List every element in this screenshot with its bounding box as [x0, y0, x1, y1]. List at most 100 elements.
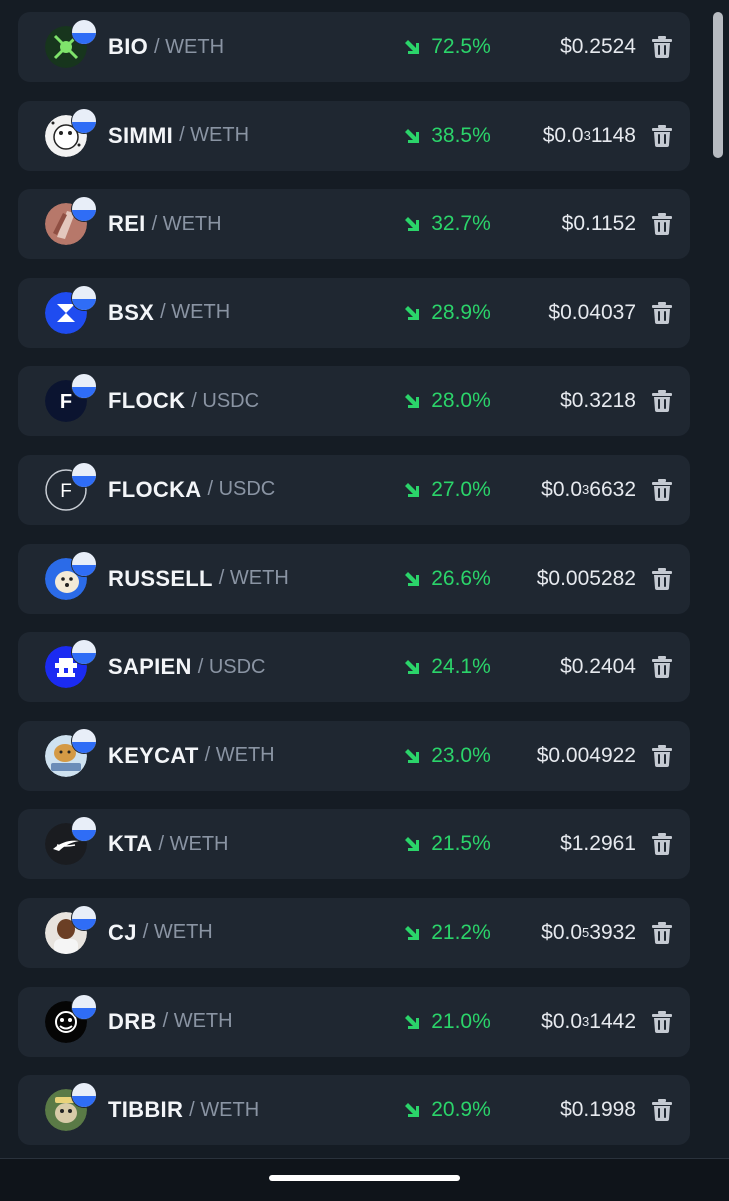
price-change: 21.0% [378, 987, 518, 1057]
quote-symbol: / USDC [191, 389, 260, 412]
trend-up-icon [405, 305, 420, 320]
chain-badge-icon [72, 285, 96, 310]
token-symbol: SIMMI [108, 122, 174, 148]
watchlist-row-tibbir[interactable]: TIBBIR / WETH 20.9% $0.1998 [18, 1075, 690, 1146]
price-change-value: 28.0% [431, 389, 491, 413]
trash-icon[interactable] [652, 656, 672, 679]
token-pair: KTA / WETH [108, 809, 228, 879]
price-main: $0.04037 [548, 300, 636, 324]
watchlist-row-sapien[interactable]: SAPIEN / USDC 24.1% $0.2404 [18, 632, 690, 703]
price-change: 23.0% [378, 721, 518, 791]
price-change-value: 26.6% [431, 566, 491, 590]
watchlist-row-drb[interactable]: DRB / WETH 21.0% $0.0 3 1442 [18, 986, 690, 1057]
token-price: $0.0 3 1148 [543, 101, 636, 171]
price-change-value: 72.5% [431, 35, 491, 58]
scrollbar[interactable] [713, 12, 723, 158]
token-avatar [45, 108, 96, 157]
chain-badge-icon [72, 108, 96, 133]
chain-badge-icon [72, 728, 96, 753]
watchlist-row-flock[interactable]: F FLOCK / USDC 28.0% $0.3218 [18, 366, 690, 437]
token-symbol: CJ [108, 919, 137, 945]
watchlist-row-rei[interactable]: REI / WETH 32.7% $0.1152 [18, 189, 690, 260]
watchlist-row-flocka[interactable]: F FLOCKA / USDC 27.0% $0.0 3 6632 [18, 454, 690, 525]
token-symbol: TIBBIR [108, 1097, 184, 1123]
price-zero-count: 3 [582, 482, 590, 498]
price-change: 28.9% [378, 278, 518, 348]
token-symbol: RUSSELL [108, 565, 213, 591]
watchlist-row-russell[interactable]: RUSSELL / WETH 26.6% $0.005282 [18, 543, 690, 614]
trend-up-icon [405, 571, 420, 586]
trash-icon[interactable] [652, 478, 672, 501]
price-main: $0.1152 [561, 212, 636, 236]
watchlist: BIO / WETH 72.5% $0.2524 SIMMI / WETH 38… [18, 12, 690, 1164]
token-symbol: REI [108, 211, 146, 237]
token-price: $0.0 3 6632 [541, 455, 636, 525]
watchlist-row-keycat[interactable]: KEYCAT / WETH 23.0% $0.004922 [18, 720, 690, 791]
token-pair: TIBBIR / WETH [108, 1075, 259, 1145]
token-pair: SIMMI / WETH [108, 101, 249, 171]
trash-icon[interactable] [652, 567, 672, 590]
token-pair: BIO / WETH [108, 12, 224, 82]
price-change-value: 21.5% [431, 832, 491, 856]
quote-symbol: / USDC [197, 655, 266, 678]
quote-symbol: / WETH [204, 744, 275, 767]
token-avatar [45, 20, 96, 68]
watchlist-row-bsx[interactable]: BSX / WETH 28.9% $0.04037 [18, 277, 690, 348]
trash-icon[interactable] [652, 1099, 672, 1122]
home-indicator[interactable] [269, 1175, 460, 1181]
token-price: $0.005282 [537, 544, 636, 614]
token-symbol: DRB [108, 1008, 157, 1034]
trash-icon[interactable] [652, 921, 672, 944]
quote-symbol: / WETH [162, 1010, 233, 1033]
token-price: $0.04037 [548, 278, 636, 348]
token-avatar [45, 728, 96, 777]
token-avatar [45, 905, 96, 954]
token-price: $0.2524 [560, 12, 636, 82]
trash-icon[interactable] [652, 833, 672, 856]
price-main: $1.2961 [560, 832, 636, 856]
trash-icon[interactable] [652, 36, 672, 58]
trend-up-icon [405, 837, 420, 852]
price-change-value: 24.1% [431, 655, 491, 679]
token-avatar [45, 285, 96, 334]
trash-icon[interactable] [652, 744, 672, 767]
trend-up-icon [405, 748, 420, 763]
trend-up-icon [405, 925, 420, 940]
token-avatar [45, 640, 96, 689]
trash-icon[interactable] [652, 301, 672, 324]
quote-symbol: / WETH [189, 1098, 260, 1121]
price-change-value: 21.0% [431, 1009, 491, 1033]
token-price: $0.004922 [537, 721, 636, 791]
price-change: 72.5% [378, 12, 518, 82]
trash-icon[interactable] [652, 124, 672, 147]
chain-badge-icon [72, 640, 96, 665]
token-pair: SAPIEN / USDC [108, 632, 266, 702]
price-main: $0.0 [541, 477, 583, 501]
token-pair: KEYCAT / WETH [108, 721, 275, 791]
price-change: 21.2% [378, 898, 518, 968]
price-zero-count: 5 [582, 925, 590, 941]
token-avatar [45, 197, 96, 246]
chain-badge-icon [72, 197, 96, 222]
watchlist-row-bio[interactable]: BIO / WETH 72.5% $0.2524 [18, 12, 690, 82]
price-significant-digits: 1148 [590, 123, 636, 147]
token-symbol: FLOCKA [108, 476, 202, 502]
price-significant-digits: 3932 [589, 920, 636, 944]
price-change-value: 28.9% [431, 300, 491, 324]
token-pair: REI / WETH [108, 189, 222, 259]
trash-icon[interactable] [652, 1010, 672, 1033]
price-significant-digits: 6632 [589, 477, 636, 501]
trash-icon[interactable] [652, 213, 672, 236]
token-symbol: SAPIEN [108, 654, 192, 680]
trash-icon[interactable] [652, 390, 672, 413]
quote-symbol: / WETH [158, 832, 229, 855]
chain-badge-icon [72, 462, 96, 487]
price-change: 32.7% [378, 189, 518, 259]
watchlist-row-kta[interactable]: KTA / WETH 21.5% $1.2961 [18, 809, 690, 880]
chain-badge-icon [72, 20, 96, 44]
token-symbol: FLOCK [108, 388, 186, 414]
watchlist-row-simmi[interactable]: SIMMI / WETH 38.5% $0.0 3 1148 [18, 100, 690, 171]
svg-text:F: F [60, 481, 72, 502]
token-avatar [45, 551, 96, 600]
watchlist-row-cj[interactable]: CJ / WETH 21.2% $0.0 5 3932 [18, 897, 690, 968]
